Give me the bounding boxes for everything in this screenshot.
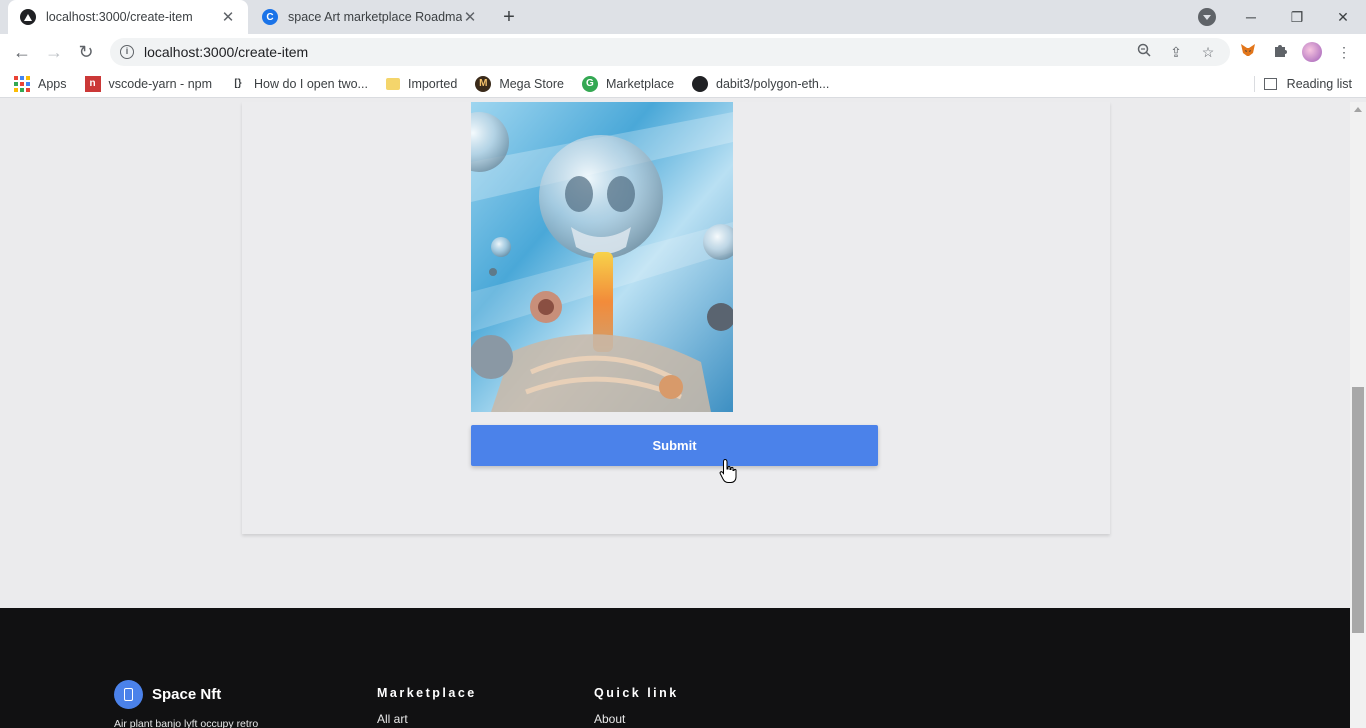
scroll-up-arrow-icon[interactable] bbox=[1354, 107, 1362, 112]
stackoverflow-icon: [} bbox=[234, 78, 242, 89]
close-icon[interactable]: ✕ bbox=[220, 8, 236, 26]
bookmark-imported[interactable]: Imported bbox=[385, 77, 457, 91]
site-info-icon[interactable]: i bbox=[120, 45, 134, 59]
reading-list-button[interactable]: Reading list bbox=[1263, 70, 1352, 98]
folder-icon bbox=[385, 77, 400, 90]
new-tab-button[interactable]: + bbox=[498, 6, 520, 28]
site-footer: Space Nft Air plant banjo lyft occupy re… bbox=[0, 608, 1350, 728]
apps-grid-icon bbox=[14, 75, 30, 92]
forward-arrow-icon[interactable]: → bbox=[42, 40, 66, 64]
footer-heading-marketplace: Marketplace bbox=[377, 686, 477, 700]
bookmark-marketplace[interactable]: G Marketplace bbox=[581, 75, 674, 92]
tab-create-item[interactable]: localhost:3000/create-item ✕ bbox=[8, 0, 248, 34]
browser-toolbar: ← → ↻ i localhost:3000/create-item ⇪ ☆ ⋮ bbox=[0, 34, 1366, 70]
tab-title: localhost:3000/create-item bbox=[46, 10, 193, 24]
submit-button[interactable]: Submit bbox=[471, 425, 878, 466]
bookmark-mega-store[interactable]: M Mega Store bbox=[475, 75, 564, 92]
bookmark-vscode-yarn[interactable]: n vscode-yarn - npm bbox=[84, 75, 212, 92]
footer-brand[interactable]: Space Nft bbox=[114, 680, 221, 709]
footer-link-about[interactable]: About bbox=[594, 712, 625, 726]
bookmark-github[interactable]: dabit3/polygon-eth... bbox=[692, 75, 829, 92]
marketplace-icon: G bbox=[581, 75, 598, 92]
menu-kebab-icon[interactable]: ⋮ bbox=[1334, 42, 1354, 62]
bookmark-apps[interactable]: Apps bbox=[14, 75, 67, 92]
scroll-thumb[interactable] bbox=[1352, 387, 1364, 633]
window-close-icon[interactable]: ✕ bbox=[1320, 0, 1366, 34]
close-icon[interactable]: ✕ bbox=[462, 8, 478, 26]
share-icon[interactable]: ⇪ bbox=[1166, 42, 1186, 62]
mega-store-icon: M bbox=[475, 75, 492, 92]
reading-list-icon bbox=[1263, 78, 1277, 90]
bookmarks-bar: Apps n vscode-yarn - npm [} How do I ope… bbox=[0, 70, 1366, 98]
nft-preview-image bbox=[471, 102, 733, 412]
page-viewport: Submit Space Nft Air plant banjo lyft oc… bbox=[0, 102, 1350, 728]
tab-roadmap[interactable]: C space Art marketplace Roadmap ✕ bbox=[250, 0, 490, 34]
page-scrollbar[interactable] bbox=[1350, 102, 1366, 728]
footer-link-all-art[interactable]: All art bbox=[377, 712, 408, 726]
brand-logo-icon bbox=[114, 680, 143, 709]
reload-icon[interactable]: ↻ bbox=[74, 40, 98, 64]
extensions-puzzle-icon[interactable] bbox=[1270, 42, 1290, 62]
footer-heading-quick-link: Quick link bbox=[594, 686, 679, 700]
brand-name: Space Nft bbox=[152, 686, 222, 703]
tab-title: space Art marketplace Roadmap bbox=[288, 10, 462, 24]
brand-description: Air plant banjo lyft occupy retro bbox=[114, 718, 259, 728]
app-icon bbox=[20, 9, 36, 25]
bookmark-stackoverflow[interactable]: [} How do I open two... bbox=[230, 76, 368, 92]
bookmarks-divider bbox=[1254, 76, 1255, 92]
url-text: localhost:3000/create-item bbox=[144, 44, 309, 60]
tab-search-icon[interactable] bbox=[1198, 8, 1216, 26]
restore-icon[interactable]: ❐ bbox=[1274, 0, 1320, 34]
profile-avatar[interactable] bbox=[1302, 42, 1322, 62]
metamask-fox-icon[interactable] bbox=[1238, 42, 1258, 62]
tab-strip: localhost:3000/create-item ✕ C space Art… bbox=[0, 0, 1366, 34]
back-arrow-icon[interactable]: ← bbox=[10, 40, 34, 64]
hand-cursor-icon bbox=[719, 458, 737, 483]
canva-icon: C bbox=[262, 9, 278, 25]
address-bar[interactable]: i localhost:3000/create-item bbox=[110, 38, 1230, 66]
npm-icon: n bbox=[84, 75, 101, 92]
bookmark-star-icon[interactable]: ☆ bbox=[1198, 42, 1218, 62]
zoom-icon[interactable] bbox=[1134, 42, 1154, 62]
github-icon bbox=[692, 75, 709, 92]
minimize-icon[interactable]: ─ bbox=[1228, 0, 1274, 34]
